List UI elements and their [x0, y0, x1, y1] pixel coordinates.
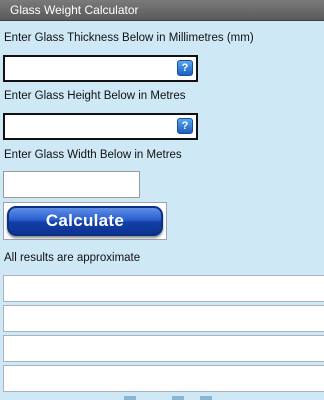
thickness-field: ?: [3, 55, 198, 82]
help-icon[interactable]: ?: [177, 60, 193, 76]
calculate-button-frame: Calculate: [3, 202, 167, 240]
height-input[interactable]: [5, 115, 175, 138]
app-title: Glass Weight Calculator: [10, 3, 139, 17]
app-title-bar: Glass Weight Calculator: [0, 0, 324, 21]
height-label: Enter Glass Height Below in Metres: [4, 90, 186, 102]
result-row-2: [3, 305, 324, 332]
result-row-4: [3, 365, 324, 392]
thickness-input[interactable]: [5, 57, 175, 80]
height-field: ?: [3, 113, 198, 140]
bottom-scroll-stub: [172, 396, 184, 400]
approximate-note: All results are approximate: [4, 252, 141, 264]
result-row-3: [3, 335, 324, 362]
help-icon[interactable]: ?: [177, 118, 193, 134]
width-input[interactable]: [3, 171, 140, 198]
calculate-button[interactable]: Calculate: [7, 206, 163, 236]
bottom-scroll-stub: [124, 396, 136, 400]
thickness-label: Enter Glass Thickness Below in Millimetr…: [4, 32, 254, 44]
bottom-scroll-stub: [200, 396, 212, 400]
width-label: Enter Glass Width Below in Metres: [4, 149, 182, 161]
result-row-1: [3, 275, 324, 302]
